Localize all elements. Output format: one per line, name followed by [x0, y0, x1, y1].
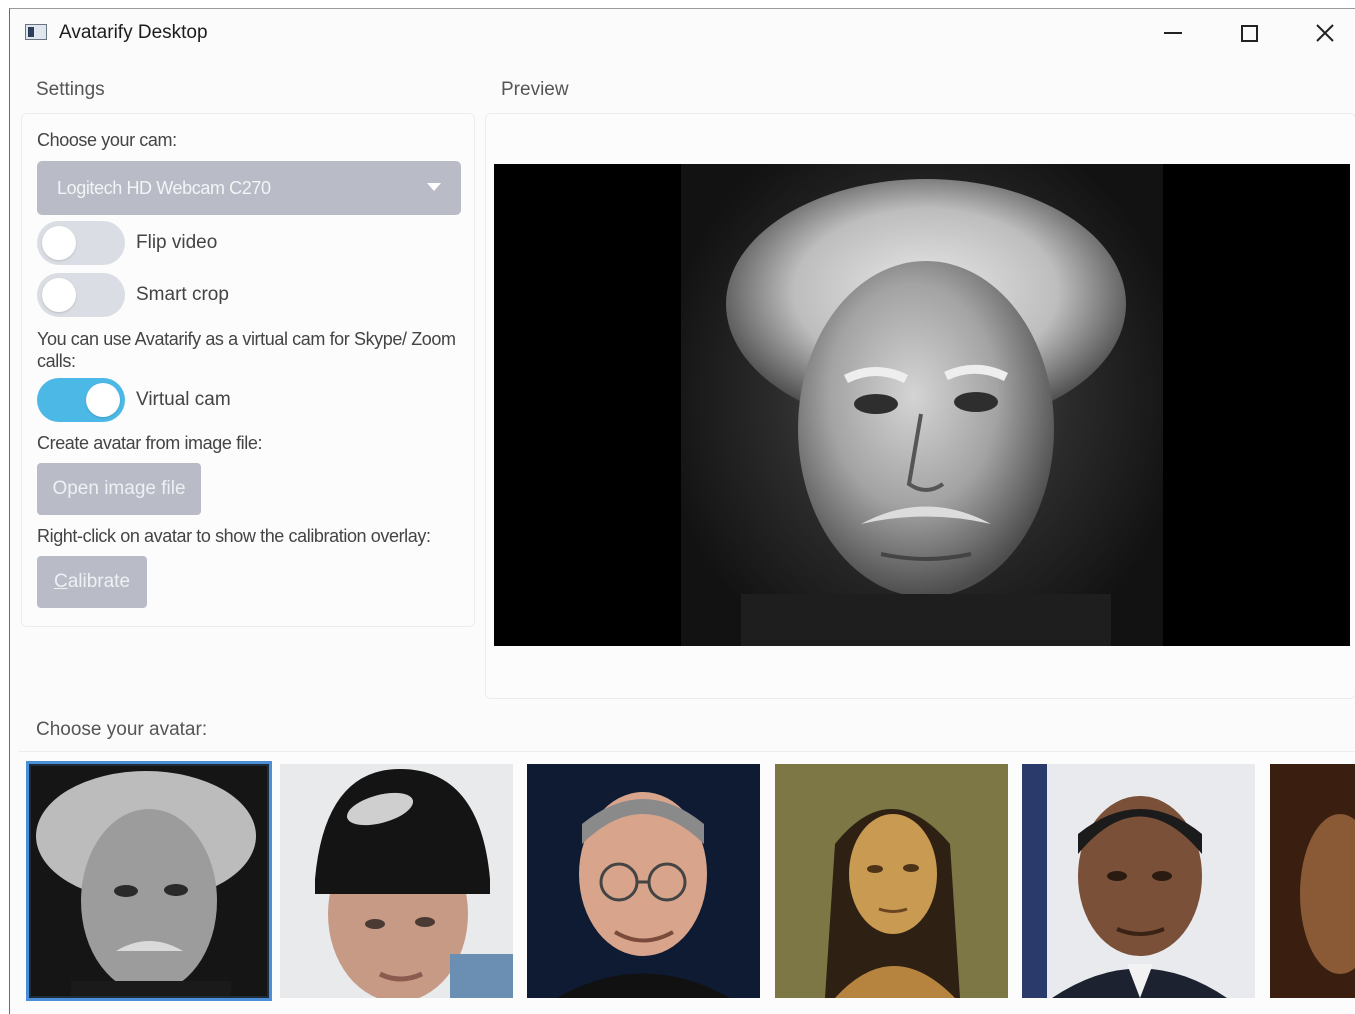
settings-panel: Choose your cam: Logitech HD Webcam C270…: [21, 113, 475, 627]
chevron-down-icon: [427, 183, 441, 191]
virtual-cam-row: Virtual cam: [37, 378, 397, 422]
avatar-thumbnail: [36, 771, 256, 996]
cam-selected-value: Logitech HD Webcam C270: [57, 178, 271, 198]
virtual-cam-toggle[interactable]: [37, 378, 125, 422]
avatar-thumbnail: [775, 764, 1008, 998]
minimize-icon: [1164, 32, 1182, 34]
preview-avatar-image: [681, 164, 1163, 646]
avatar-strip: [19, 751, 1355, 1013]
preview-panel: [485, 113, 1355, 699]
settings-heading: Settings: [36, 79, 105, 100]
calibrate-label: alibrate: [67, 571, 131, 592]
smart-crop-toggle[interactable]: [37, 273, 125, 317]
calibrate-button[interactable]: Calibrate: [37, 556, 147, 608]
toggle-knob: [42, 226, 76, 260]
calibrate-mnemonic: C: [53, 571, 68, 592]
avatar-thumbnail: [1270, 764, 1355, 998]
preview-video[interactable]: [494, 164, 1350, 646]
avatar-einstein[interactable]: [26, 761, 272, 1001]
avatar-partial[interactable]: [1270, 764, 1355, 998]
flip-video-label: Flip video: [136, 232, 218, 253]
app-icon: [25, 24, 47, 40]
avatar-heading: Choose your avatar:: [36, 719, 208, 740]
window-title: Avatarify Desktop: [59, 22, 208, 43]
avatar-thumbnail: [1022, 764, 1227, 998]
calibration-note: Right-click on avatar to show the calibr…: [37, 526, 431, 546]
avatar-mona-lisa[interactable]: [775, 764, 1008, 998]
open-image-button[interactable]: Open image file: [37, 463, 201, 515]
virtual-cam-label: Virtual cam: [136, 389, 231, 410]
avatar-glasses-man[interactable]: [527, 764, 760, 998]
virtual-cam-note: You can use Avatarify as a virtual cam f…: [37, 329, 456, 371]
smart-crop-row: Smart crop: [37, 273, 397, 317]
preview-heading: Preview: [501, 79, 569, 100]
title-bar: Avatarify Desktop: [10, 9, 1355, 57]
avatar-suit-man[interactable]: [1022, 764, 1255, 998]
toggle-knob: [42, 278, 76, 312]
app-window: Avatarify Desktop Settings Preview Choos…: [9, 8, 1355, 1014]
create-avatar-label: Create avatar from image file:: [37, 433, 263, 453]
smart-crop-label: Smart crop: [136, 284, 229, 305]
preview-face: [726, 179, 1126, 646]
minimize-button[interactable]: [1150, 15, 1196, 51]
maximize-button[interactable]: [1226, 15, 1272, 51]
cam-label: Choose your cam:: [37, 130, 177, 150]
avatar-thumbnail: [557, 792, 730, 998]
avatar-beanie-man[interactable]: [280, 764, 513, 998]
flip-video-toggle[interactable]: [37, 221, 125, 265]
close-button[interactable]: [1302, 15, 1348, 51]
avatar-thumbnail: [315, 769, 513, 998]
toggle-knob: [86, 383, 120, 417]
flip-video-row: Flip video: [37, 221, 397, 265]
maximize-icon: [1240, 24, 1258, 42]
close-icon: [1316, 24, 1334, 42]
cam-dropdown[interactable]: Logitech HD Webcam C270: [37, 161, 461, 215]
